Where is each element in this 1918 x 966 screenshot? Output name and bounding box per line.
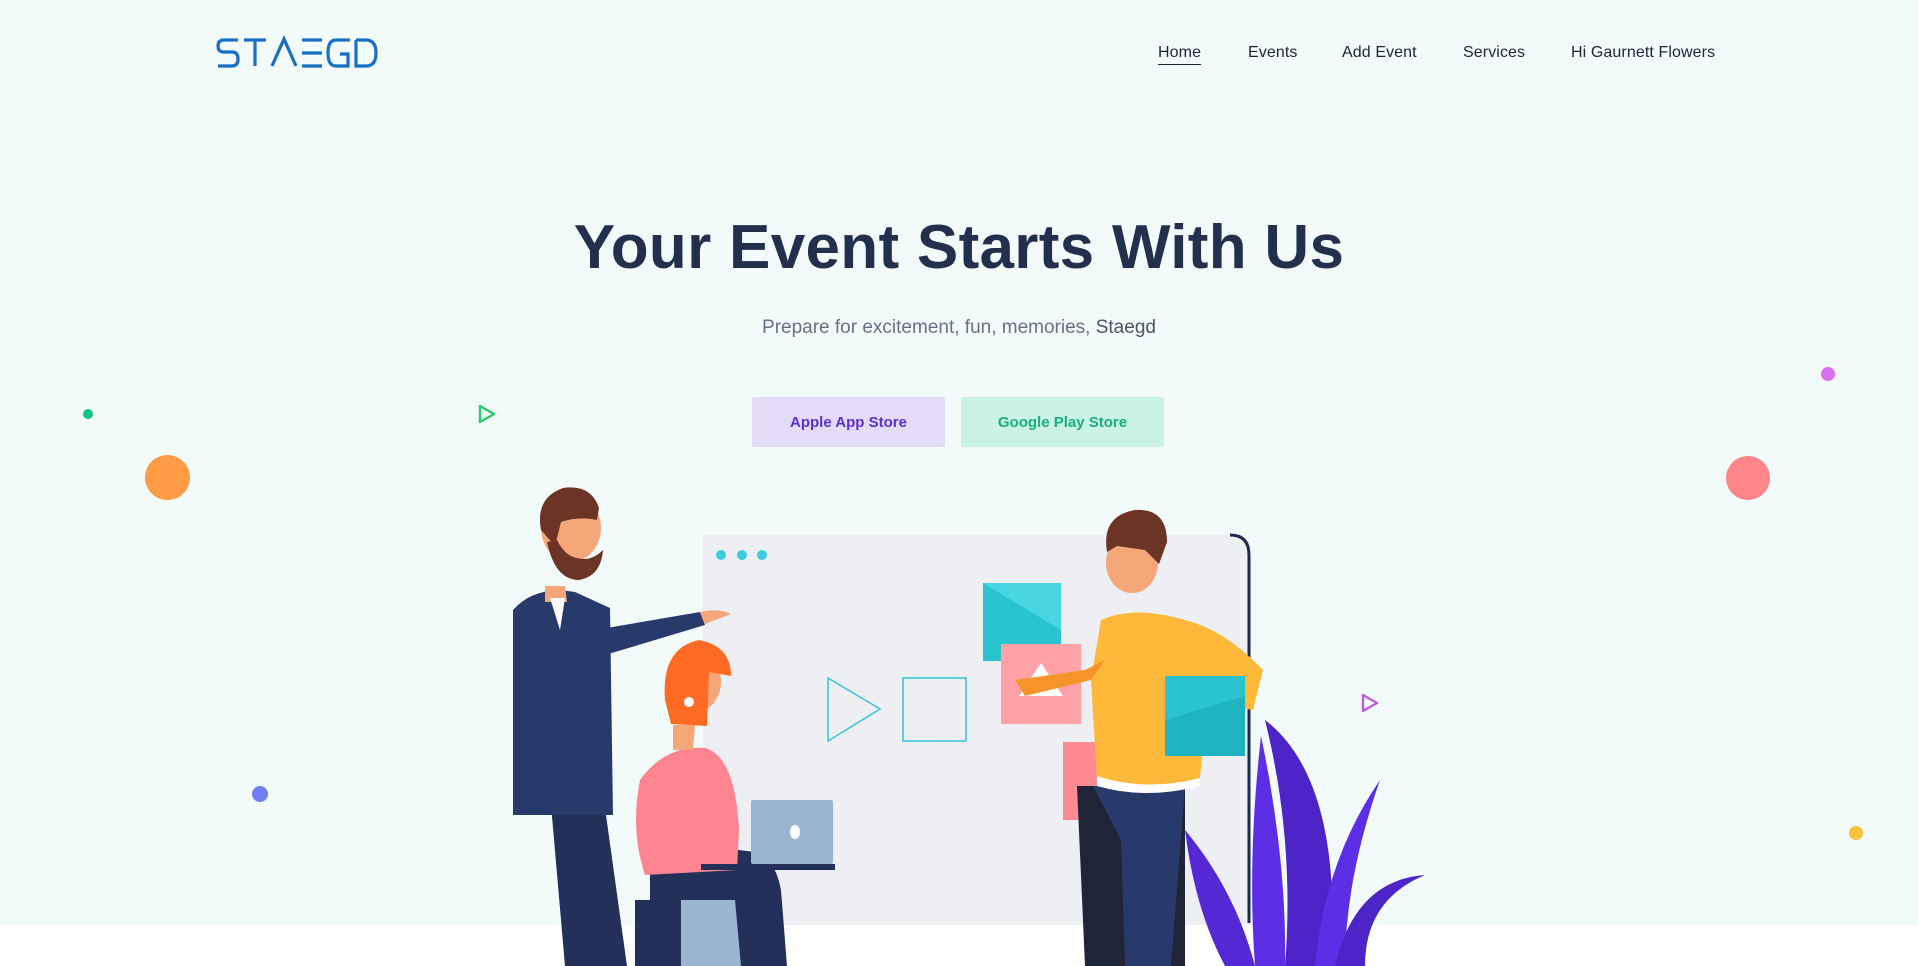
google-play-store-button[interactable]: Google Play Store <box>961 397 1164 447</box>
decor-dot-green <box>83 409 93 419</box>
nav-services[interactable]: Services <box>1463 44 1525 62</box>
apple-app-store-button[interactable]: Apple App Store <box>752 397 945 447</box>
nav-user-greeting[interactable]: Hi Gaurnett Flowers <box>1571 44 1715 62</box>
team-working-illustration <box>513 487 1425 966</box>
decor-dot-orange <box>145 455 190 500</box>
nav-home[interactable]: Home <box>1158 44 1202 65</box>
nav-add-event[interactable]: Add Event <box>1342 44 1417 62</box>
main-nav: Home Events Add Event Services Hi Gaurne… <box>0 44 1918 68</box>
decor-dot-purple <box>1821 367 1835 381</box>
hero-subtitle-brand: Staegd <box>1095 317 1156 338</box>
play-triangle-icon <box>478 404 496 424</box>
hero-title: Your Event Starts With Us <box>573 213 1345 282</box>
decor-dot-blue <box>252 786 268 802</box>
hero-subtitle: Prepare for excitement, fun, memories, S… <box>0 317 1918 339</box>
nav-events[interactable]: Events <box>1248 44 1298 62</box>
hero-subtitle-text: Prepare for excitement, fun, memories, <box>762 317 1091 338</box>
decor-dot-pink <box>1726 456 1770 500</box>
decor-dot-yellow <box>1849 826 1863 840</box>
